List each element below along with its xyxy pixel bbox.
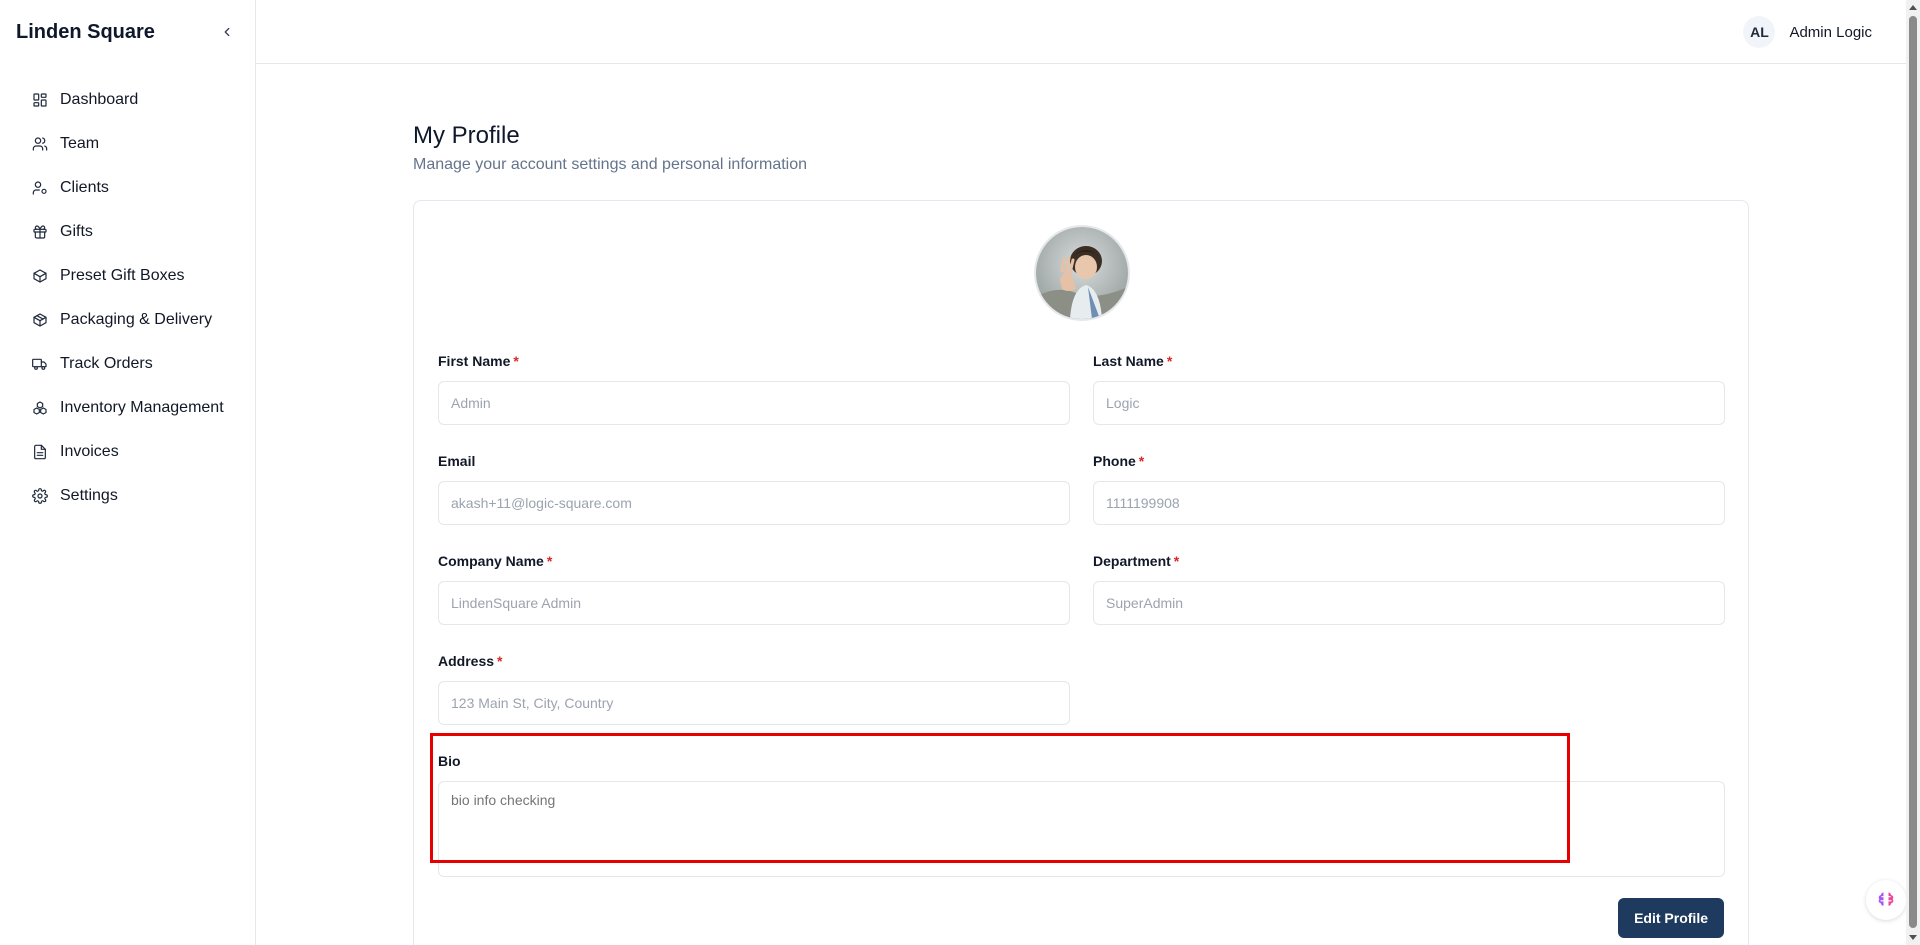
clients-icon bbox=[32, 181, 47, 195]
sidebar-item-label: Inventory Management bbox=[60, 399, 224, 416]
first-name-label: First Name bbox=[438, 353, 511, 369]
company-name-label: Company Name bbox=[438, 553, 544, 569]
sidebar-item-settings[interactable]: Settings bbox=[0, 474, 255, 518]
brain-icon bbox=[1878, 892, 1894, 906]
scroll-up-arrow-icon[interactable] bbox=[1909, 5, 1917, 10]
address-label: Address bbox=[438, 653, 495, 669]
sidebar-item-label: Dashboard bbox=[60, 91, 139, 108]
brand-title: Linden Square bbox=[16, 20, 155, 43]
sidebar: Linden Square Dashboard Team Clients Gif… bbox=[0, 0, 256, 945]
company-name-group: Company Name * bbox=[438, 551, 1070, 625]
truck-icon bbox=[32, 358, 47, 370]
department-input[interactable] bbox=[1093, 581, 1725, 625]
scroll-down-arrow-icon[interactable] bbox=[1909, 935, 1917, 940]
sidebar-item-gifts[interactable]: Gifts bbox=[0, 210, 255, 254]
bio-textarea[interactable] bbox=[438, 781, 1725, 877]
assistant-button[interactable] bbox=[1866, 880, 1906, 920]
sidebar-item-track-orders[interactable]: Track Orders bbox=[0, 342, 255, 386]
boxes-icon bbox=[33, 401, 47, 415]
sidebar-item-label: Gifts bbox=[60, 223, 93, 240]
required-marker: * bbox=[1173, 553, 1180, 569]
email-field[interactable] bbox=[438, 481, 1070, 525]
first-name-group: First Name * bbox=[438, 351, 1070, 425]
invoice-icon bbox=[34, 444, 46, 460]
sidebar-item-clients[interactable]: Clients bbox=[0, 166, 255, 210]
collapse-sidebar-button[interactable] bbox=[215, 20, 239, 44]
sidebar-item-label: Preset Gift Boxes bbox=[60, 267, 185, 284]
user-menu[interactable]: AL Admin Logic bbox=[1743, 16, 1872, 48]
page-subtitle: Manage your account settings and persona… bbox=[413, 156, 808, 173]
email-group: Email bbox=[438, 451, 1070, 525]
chevron-left-icon bbox=[224, 27, 230, 37]
box-icon bbox=[33, 269, 47, 283]
profile-card: First Name* Last Name* Email Phone* Comp… bbox=[413, 200, 1749, 945]
avatar: AL bbox=[1743, 16, 1776, 48]
sidebar-item-label: Track Orders bbox=[60, 355, 153, 372]
page-scrollbar[interactable] bbox=[1906, 0, 1920, 945]
required-marker: * bbox=[513, 353, 519, 369]
email-label: Email bbox=[438, 453, 476, 469]
first-name-input[interactable] bbox=[438, 381, 1070, 425]
profile-photo[interactable] bbox=[1034, 225, 1130, 321]
sidebar-item-label: Invoices bbox=[60, 443, 119, 460]
last-name-label: Last Name bbox=[1093, 353, 1164, 369]
sidebar-header: Linden Square bbox=[0, 0, 255, 64]
last-name-group: Last Name * bbox=[1093, 351, 1725, 425]
sidebar-item-label: Team bbox=[60, 135, 100, 152]
bio-label: Bio bbox=[438, 753, 461, 769]
required-marker: * bbox=[1166, 353, 1173, 369]
department-label: Department bbox=[1093, 553, 1171, 569]
scrollbar-thumb[interactable] bbox=[1909, 16, 1917, 928]
page-title: My Profile bbox=[413, 122, 520, 149]
department-group: Department * bbox=[1093, 551, 1725, 625]
phone-input[interactable] bbox=[1093, 481, 1725, 525]
required-marker: * bbox=[497, 653, 503, 669]
user-name: Admin Logic bbox=[1789, 23, 1872, 41]
phone-label: Phone bbox=[1093, 453, 1136, 469]
phone-group: Phone * bbox=[1093, 451, 1725, 525]
required-marker: * bbox=[546, 553, 553, 569]
sidebar-item-inventory-management[interactable]: Inventory Management bbox=[0, 386, 255, 430]
company-name-input[interactable] bbox=[438, 581, 1070, 625]
sidebar-item-label: Packaging & Delivery bbox=[60, 311, 213, 328]
address-input[interactable] bbox=[438, 681, 1070, 725]
gear-icon bbox=[32, 488, 48, 504]
top-bar: AL Admin Logic bbox=[256, 0, 1906, 64]
sidebar-item-packaging-delivery[interactable]: Packaging & Delivery bbox=[0, 298, 255, 342]
sidebar-nav: Dashboard Team Clients Gifts Preset Gift… bbox=[0, 64, 255, 518]
sidebar-item-label: Settings bbox=[60, 487, 118, 504]
bio-group: Bio bbox=[438, 751, 1725, 882]
last-name-input[interactable] bbox=[1093, 381, 1725, 425]
sidebar-item-label: Clients bbox=[60, 179, 109, 196]
dashboard-icon bbox=[33, 93, 47, 107]
gift-icon bbox=[33, 225, 47, 239]
page-header: My Profile Manage your account settings … bbox=[413, 120, 1749, 176]
address-group: Address * bbox=[438, 651, 1070, 725]
sidebar-item-team[interactable]: Team bbox=[0, 122, 255, 166]
profile-photo-image bbox=[1036, 227, 1128, 319]
edit-profile-button[interactable]: Edit Profile bbox=[1618, 898, 1724, 938]
sidebar-item-dashboard[interactable]: Dashboard bbox=[0, 78, 255, 122]
sidebar-item-invoices[interactable]: Invoices bbox=[0, 430, 255, 474]
sidebar-item-preset-gift-boxes[interactable]: Preset Gift Boxes bbox=[0, 254, 255, 298]
team-icon bbox=[32, 137, 48, 151]
package-icon bbox=[33, 313, 47, 327]
required-marker: * bbox=[1138, 453, 1145, 469]
